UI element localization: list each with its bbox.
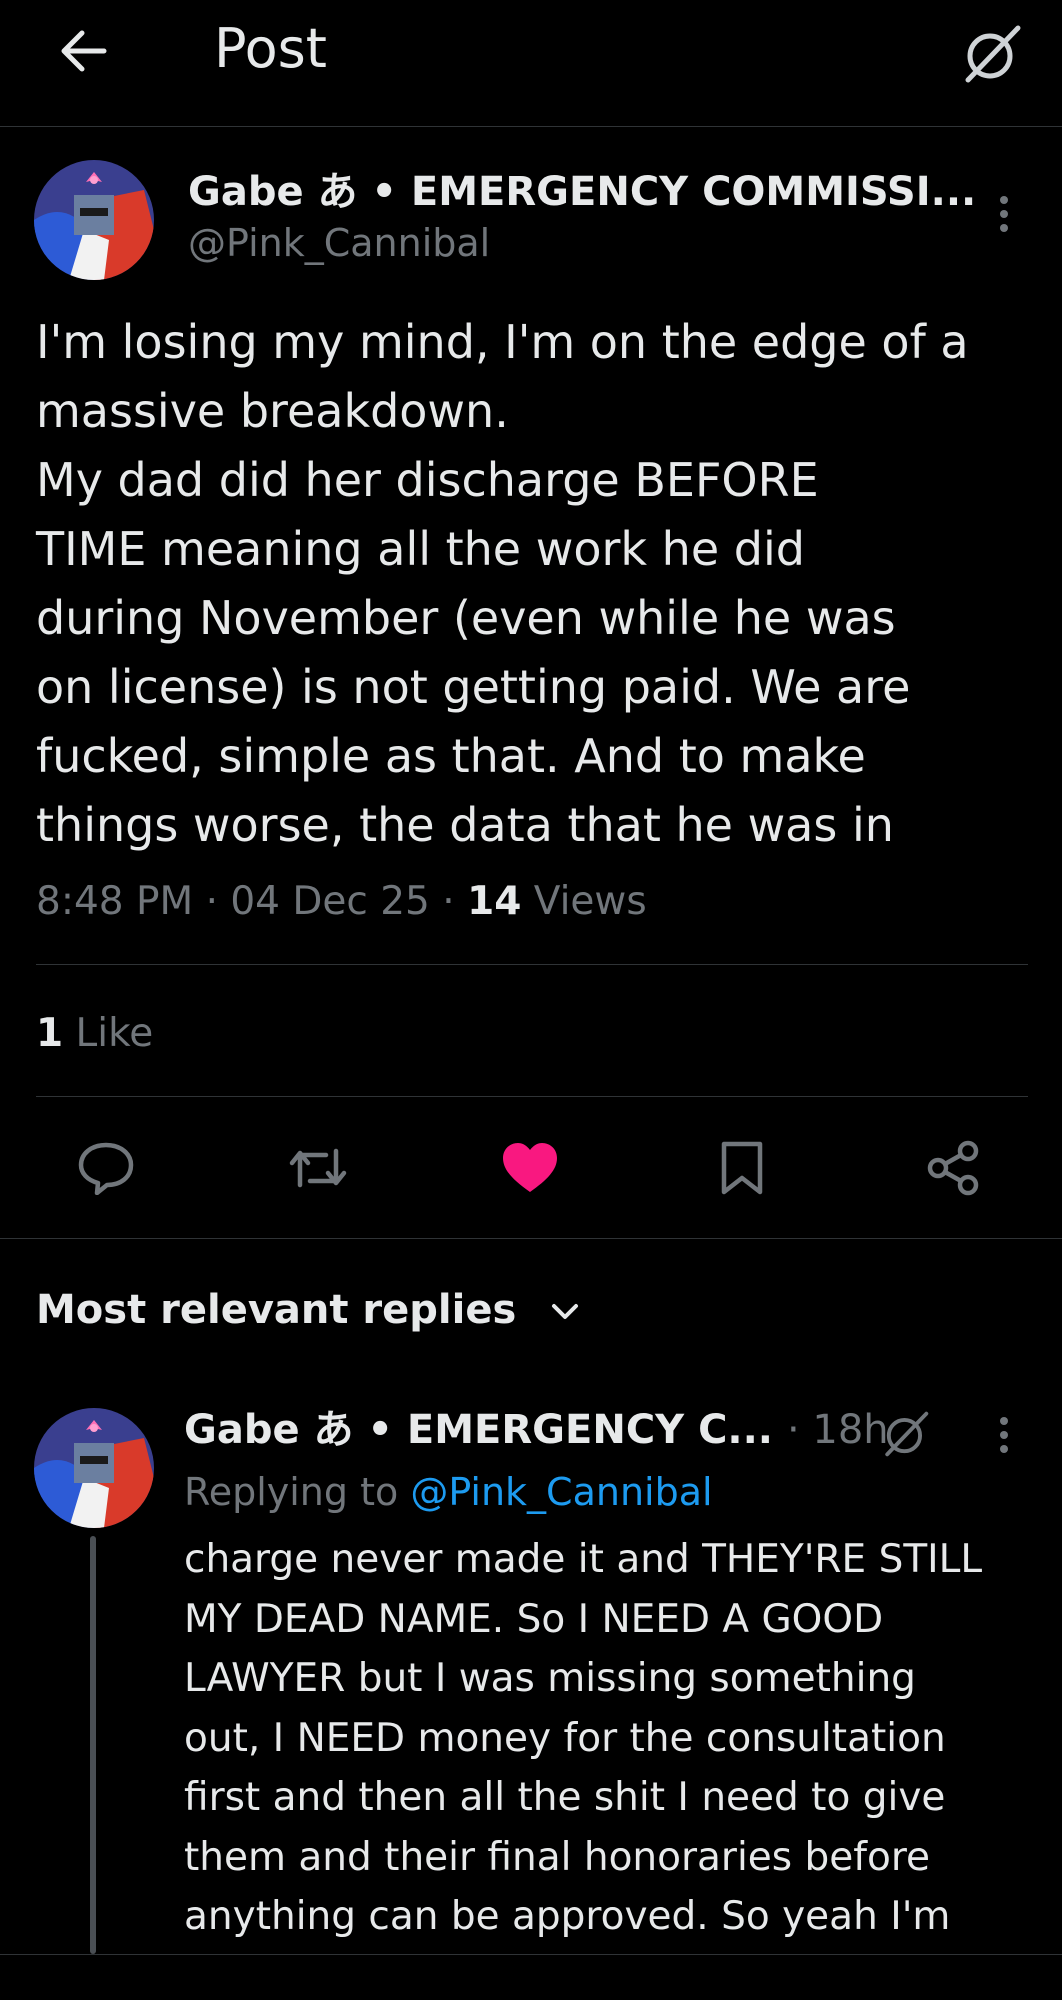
reply-button[interactable] [66,1136,146,1200]
page-title: Post [214,17,327,80]
reply-text-line: charge never made it and THEY'RE STILL [184,1537,983,1582]
reply-author-name: Gabe あ • EMERGENCY C... [184,1407,774,1453]
top-bar [0,0,1062,127]
replying-mention-link[interactable]: @Pink_Cannibal [410,1470,712,1514]
reply-icon [78,1142,134,1195]
divider [36,1096,1028,1097]
grok-icon [885,1411,929,1457]
author-handle[interactable]: @Pink_Cannibal [188,216,490,270]
post-date: 04 Dec 25 [230,879,430,924]
share-button[interactable] [914,1136,994,1200]
avatar[interactable] [34,160,154,280]
post-text-line: fucked, simple as that. And to make [36,729,866,783]
grok-icon [965,25,1021,83]
reply-more-options-button[interactable] [980,1410,1028,1460]
reply-text-line: them and their final honoraries before [184,1834,931,1880]
replying-label: Replying to [184,1470,399,1514]
post-text-line: during November (even while he was [36,591,896,645]
replies-sort-label: Most relevant replies [36,1287,517,1333]
divider [0,1238,1062,1239]
more-vertical-icon [1000,196,1008,232]
repost-button[interactable] [278,1136,358,1200]
like-icon [503,1143,557,1192]
likes-count: 1 [36,1011,64,1056]
reply-author-line[interactable]: Gabe あ • EMERGENCY C... · 18h [184,1400,889,1460]
post-text-line: things worse, the data that he was in [36,798,894,852]
views-count: 14 [467,879,522,924]
share-icon [927,1140,979,1196]
post-meta: 8:48 PM · 04 Dec 25 · 14 Views [36,879,647,924]
likes-summary[interactable]: 1 Like [36,1004,153,1064]
divider [36,964,1028,965]
grok-button[interactable] [952,14,1032,94]
post-text: I'm losing my mind, I'm on the edge of a… [36,308,1036,860]
post-text-line: I'm losing my mind, I'm on the edge of a [36,315,969,369]
post-text-line: on license) is not getting paid. We are [36,660,911,714]
views-label[interactable]: Views [534,879,647,924]
arrow-left-icon [61,30,107,72]
reply-text: charge never made it and THEY'RE STILL M… [184,1530,1044,1947]
replying-to: Replying to @Pink_Cannibal [184,1462,713,1522]
divider [0,1954,1062,1955]
back-button[interactable] [50,18,116,84]
reply-text-line: anything can be approved. So yeah I'm [184,1894,951,1939]
reply-text-line: MY DEAD NAME. So I NEED A GOOD [184,1596,884,1642]
more-vertical-icon [1000,1417,1008,1453]
chevron-down-icon [552,1304,579,1319]
author-name[interactable]: Gabe あ • EMERGENCY COMMISSI... [188,164,976,220]
repost-icon [289,1148,347,1188]
likes-label: Like [75,1011,154,1056]
more-options-button[interactable] [980,184,1028,244]
post-text-line: TIME meaning all the work he did [36,522,805,576]
reply-avatar[interactable] [34,1408,154,1528]
bookmark-button[interactable] [702,1136,782,1200]
reply-grok-button[interactable] [876,1406,936,1462]
thread-line [90,1536,96,1954]
post-time: 8:48 PM [36,879,194,924]
bookmark-icon [721,1141,763,1195]
reply-text-line: out, I NEED money for the consultation [184,1715,946,1761]
post-text-line: massive breakdown. [36,384,509,438]
like-button[interactable] [490,1136,570,1200]
reply-text-line: LAWYER but I was missing something [184,1656,916,1701]
post-text-line: My dad did her discharge BEFORE [36,453,819,507]
replies-sort-dropdown[interactable]: Most relevant replies [36,1280,580,1340]
reply-text-line: first and then all the shit I need to gi… [184,1775,946,1820]
